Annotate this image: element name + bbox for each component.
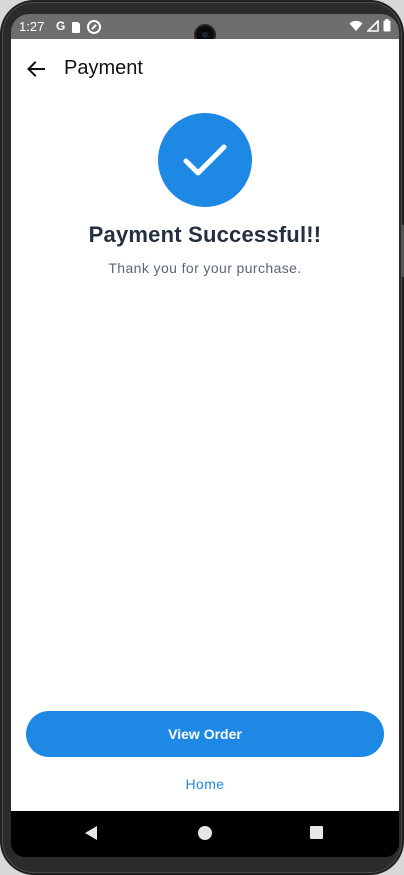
page-title: Payment [64,57,143,79]
system-navigation-bar [11,811,399,857]
data-saver-icon [87,19,102,34]
success-badge [158,113,252,207]
square-recents-icon[interactable] [310,826,323,839]
checkmark-icon [183,144,227,176]
app-bar: Payment [11,39,399,97]
status-notification-icons: G [56,18,102,34]
success-title: Payment Successful!! [88,222,322,247]
view-order-button[interactable]: View Order [26,711,384,757]
phone-frame: 1:27 G Payment Payment Successful!! Than… [0,0,404,875]
home-link[interactable]: Home [11,776,399,792]
sd-card-icon [72,21,81,33]
status-time: 1:27 [19,19,45,34]
arrow-left-icon [27,61,45,77]
success-subtitle: Thank you for your purchase. [108,260,302,276]
google-icon: G [56,19,66,33]
triangle-back-icon[interactable] [85,826,97,840]
battery-icon [383,19,391,32]
wifi-icon [349,20,363,31]
phone-screen: 1:27 G Payment Payment Successful!! Than… [11,14,399,857]
back-button[interactable] [23,56,49,82]
circle-home-icon[interactable] [198,826,212,840]
payment-screen: Payment Payment Successful!! Thank you f… [11,39,399,811]
signal-icon [367,19,379,32]
status-system-icons [349,19,391,32]
